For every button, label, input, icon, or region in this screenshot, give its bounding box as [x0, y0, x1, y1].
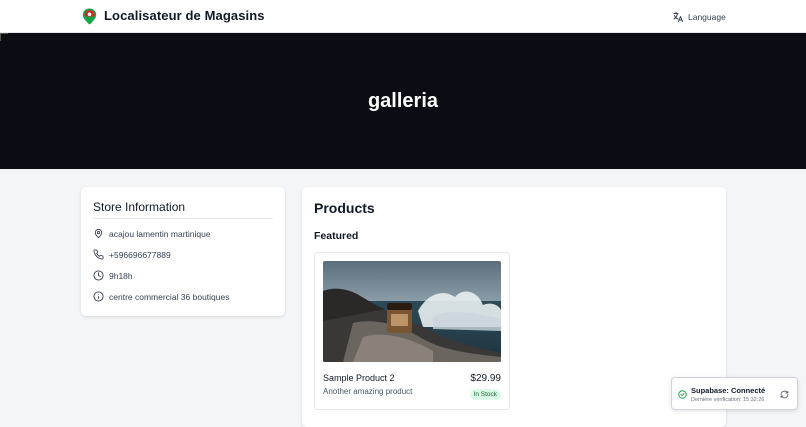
products-title: Products [314, 200, 375, 216]
store-address-row: acajou lamentin martinique [93, 228, 211, 239]
product-description: Another amazing product [323, 387, 413, 396]
store-phone: +596696677889 [109, 249, 171, 260]
store-hours: 9h18h [109, 270, 133, 281]
store-info-title: Store Information [93, 200, 186, 214]
translate-icon [673, 12, 683, 22]
hero-title: galleria [367, 89, 439, 112]
featured-section-title: Featured [314, 230, 359, 242]
language-label: Language [688, 12, 726, 22]
clock-icon [93, 270, 104, 281]
language-button[interactable]: Language [672, 9, 726, 25]
last-check-time: Dernière vérification: 15:32:26 [691, 397, 765, 403]
connection-status-toast: Supabase: Connecté Dernière vérification… [671, 377, 798, 410]
hero-banner: galleria [0, 33, 806, 169]
map-pin-icon [94, 228, 103, 239]
stock-status-badge: In Stock [469, 389, 501, 400]
map-pin-logo-icon [82, 8, 97, 25]
product-price: $29.99 [470, 373, 501, 384]
check-circle-icon [678, 390, 687, 399]
store-description-row: centre commercial 36 boutiques [93, 291, 229, 302]
product-name: Sample Product 2 [323, 373, 395, 383]
store-address: acajou lamentin martinique [109, 228, 211, 239]
store-hours-row: 9h18h [93, 270, 133, 281]
products-card: Products Featured Sample Product 2 $29.9… [302, 187, 726, 427]
top-header: Localisateur de Magasins Language [0, 0, 806, 33]
app-title: Localisateur de Magasins [104, 8, 265, 23]
product-card[interactable]: Sample Product 2 $29.99 Another amazing … [314, 252, 510, 410]
broken-image-icon [0, 33, 8, 41]
info-icon [93, 291, 104, 302]
store-description: centre commercial 36 boutiques [109, 291, 230, 302]
connection-status-title: Supabase: Connecté [691, 386, 766, 395]
divider [93, 218, 273, 219]
store-phone-row: +596696677889 [93, 249, 171, 260]
product-image [323, 261, 501, 362]
phone-icon [93, 249, 104, 260]
refresh-icon[interactable] [780, 390, 789, 399]
